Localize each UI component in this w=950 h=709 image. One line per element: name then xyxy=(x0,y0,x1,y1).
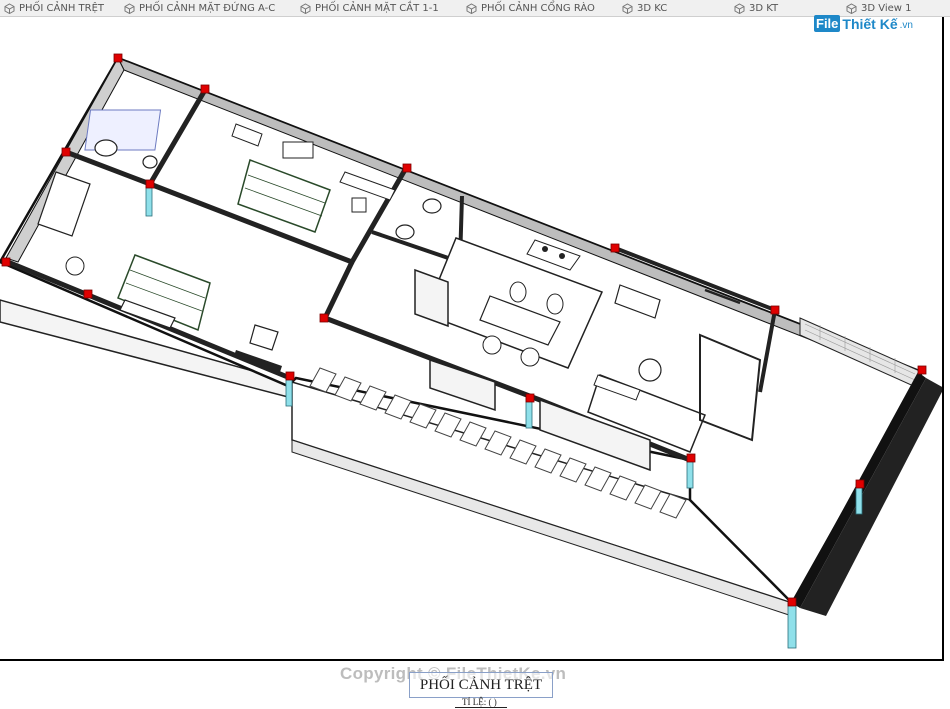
tab-label: 3D KC xyxy=(637,2,668,14)
view-3d-icon xyxy=(622,2,633,14)
study-chair xyxy=(351,197,367,213)
scale-label: TỈ LỆ: ( ) xyxy=(462,697,497,707)
tab-phoi-canh-mat-cat[interactable]: PHỐI CẢNH MẶT CẮT 1-1 xyxy=(300,0,439,16)
tab-label: 3D KT xyxy=(749,2,779,14)
wc-basin xyxy=(422,198,442,214)
pillows xyxy=(282,141,314,159)
tab-phoi-canh-mat-dung[interactable]: PHỐI CẢNH MẶT ĐỨNG A-C xyxy=(124,0,275,16)
tab-phoi-canh-cong-rao[interactable]: PHỐI CẢNH CỔNG RÀO xyxy=(466,0,595,16)
tab-label: PHỐI CẢNH TRỆT xyxy=(19,2,105,14)
tab-label: PHỐI CẢNH CỔNG RÀO xyxy=(481,2,595,14)
tab-label: PHỐI CẢNH MẶT ĐỨNG A-C xyxy=(139,2,276,14)
view-3d-icon xyxy=(4,2,15,14)
tab-phoi-canh-tret[interactable]: PHỐI CẢNH TRỆT xyxy=(4,0,104,16)
round-stool xyxy=(65,256,85,276)
isometric-floor-plan-view[interactable] xyxy=(0,17,950,664)
view-title-text: PHỐI CẢNH TRỆT xyxy=(419,676,543,693)
tab-label: PHỐI CẢNH MẶT CẮT 1-1 xyxy=(315,2,439,14)
view-3d-icon xyxy=(124,2,135,14)
tab-3d-kc[interactable]: 3D KC xyxy=(622,0,667,16)
view-3d-icon xyxy=(734,2,745,14)
view-3d-icon xyxy=(466,2,477,14)
view-title: PHỐI CẢNH TRỆT xyxy=(409,672,553,698)
tab-3d-kt[interactable]: 3D KT xyxy=(734,0,778,16)
view-tab-bar: PHỐI CẢNH TRỆT PHỐI CẢNH MẶT ĐỨNG A-C PH… xyxy=(0,0,950,17)
view-3d-icon xyxy=(846,2,857,14)
tab-label: 3D View 1 xyxy=(861,2,912,14)
basin-fixture xyxy=(142,155,158,169)
toilet-fixture xyxy=(94,139,118,157)
scale-underline xyxy=(455,707,507,708)
view-3d-icon xyxy=(300,2,311,14)
coffee-table xyxy=(638,358,662,382)
wc-toilet xyxy=(395,224,415,240)
tab-3d-view-1[interactable]: 3D View 1 xyxy=(846,0,912,16)
